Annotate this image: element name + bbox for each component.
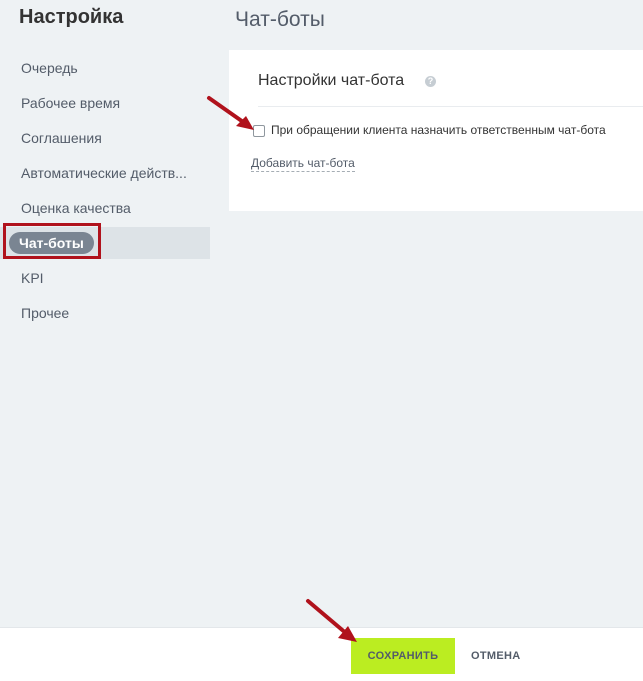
sidebar-item-label: Оценка качества (21, 200, 131, 216)
card-header: Настройки чат-бота (258, 72, 405, 89)
sidebar-item-label: Автоматические действ... (21, 165, 187, 181)
sidebar-item-label: Соглашения (21, 130, 102, 146)
sidebar-item-label: Очередь (21, 60, 78, 76)
sidebar-item-label: KPI (21, 270, 44, 286)
sidebar-item-kpi[interactable]: KPI (0, 262, 210, 294)
save-button[interactable]: СОХРАНИТЬ (351, 638, 455, 674)
sidebar: Настройка Очередь Рабочее время Соглашен… (0, 0, 210, 627)
sidebar-title: Настройка (19, 6, 124, 28)
sidebar-item-automatic-actions[interactable]: Автоматические действ... (0, 157, 210, 189)
page-title: Чат-боты (235, 8, 325, 31)
assign-chatbot-label[interactable]: При обращении клиента назначить ответств… (271, 123, 606, 137)
sidebar-item-label: Рабочее время (21, 95, 121, 111)
annotation-arrow-icon (306, 599, 357, 642)
add-chatbot-link[interactable]: Добавить чат-бота (251, 155, 355, 172)
help-icon[interactable]: ? (425, 76, 436, 87)
divider (258, 106, 643, 107)
sidebar-item-queue[interactable]: Очередь (0, 52, 210, 84)
sidebar-item-quality-rating[interactable]: Оценка качества (0, 192, 210, 224)
annotation-arrow-icon (207, 96, 254, 130)
sidebar-item-label: Прочее (21, 305, 70, 321)
sidebar-item-working-hours[interactable]: Рабочее время (0, 87, 210, 119)
sidebar-item-agreements[interactable]: Соглашения (0, 122, 210, 154)
cancel-button[interactable]: ОТМЕНА (471, 638, 520, 674)
chatbot-settings-card: Настройки чат-бота ? При обращении клиен… (229, 50, 643, 211)
annotation-highlight-box (3, 223, 101, 259)
sidebar-item-other[interactable]: Прочее (0, 297, 210, 329)
